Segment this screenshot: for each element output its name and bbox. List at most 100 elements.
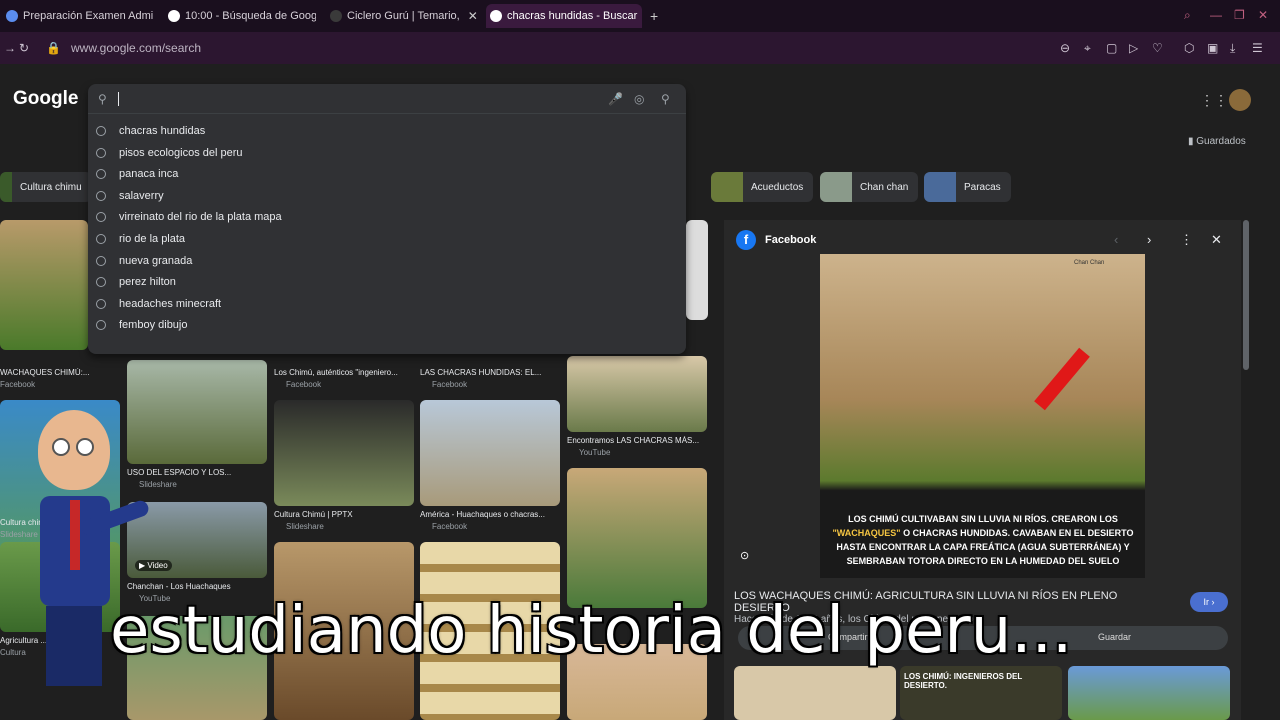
result-caption[interactable]: USO DEL ESPACIO Y LOS...	[127, 468, 267, 477]
result-source: Facebook	[432, 380, 468, 389]
related-image[interactable]	[1068, 666, 1230, 720]
suggestion-label: panaca inca	[119, 167, 179, 180]
scrollbar[interactable]	[1243, 220, 1249, 370]
result-caption[interactable]: Cultura Chimú | PPTX	[274, 510, 414, 519]
chip-thumbnail	[0, 172, 12, 202]
tab-4[interactable]: chacras hundidas - Buscar	[486, 4, 642, 28]
suggestion-item[interactable]: rio de la plata	[96, 228, 185, 249]
restore-icon[interactable]: ❐	[1234, 8, 1245, 22]
result-image[interactable]	[567, 356, 707, 432]
result-image[interactable]	[274, 400, 414, 506]
chip-label: Cultura chimu	[20, 181, 82, 193]
chip-chan-chan[interactable]: Chan chan	[820, 172, 919, 202]
chip-thumbnail	[924, 172, 956, 202]
result-image[interactable]: ▶ Video	[127, 502, 267, 578]
result-source: Slideshare	[286, 522, 324, 531]
microphone-icon[interactable]: 🎤	[608, 92, 623, 106]
lens-icon[interactable]: ⊙	[740, 549, 749, 562]
suggestion-item[interactable]: headaches minecraft	[96, 293, 221, 314]
avatar[interactable]	[1229, 89, 1251, 111]
suggestion-label: femboy dibujo	[119, 318, 188, 331]
heart-icon[interactable]: ♡	[1152, 41, 1163, 55]
close-tab-icon[interactable]: ✕	[468, 9, 478, 23]
panel-source-label: Facebook	[765, 234, 817, 246]
result-caption[interactable]: Chanchan - Los Huachaques	[127, 582, 267, 591]
next-icon[interactable]: ›	[1147, 232, 1151, 247]
save-button[interactable]: Guardar	[1098, 632, 1131, 642]
preview-image[interactable]: Chan Chan LOS CHIMÚ CULTIVABAN SIN LLUVI…	[820, 254, 1145, 578]
visit-button[interactable]: Ir ›	[1190, 592, 1228, 612]
suggestion-item[interactable]: salaverry	[96, 185, 164, 206]
close-window-icon[interactable]: ✕	[1258, 8, 1268, 22]
image-text: LOS CHIMÚ CULTIVABAN SIN LLUVIA NI RÍOS.…	[828, 512, 1138, 568]
close-icon[interactable]: ✕	[1211, 232, 1222, 248]
related-image[interactable]	[734, 666, 896, 720]
new-tab-icon[interactable]: +	[650, 8, 658, 24]
chip-thumbnail	[820, 172, 852, 202]
result-caption[interactable]: Los Chimú, auténticos "ingeniero...	[274, 368, 414, 377]
chip-paracas[interactable]: Paracas	[924, 172, 1011, 202]
suggestion-item[interactable]: femboy dibujo	[96, 314, 188, 335]
tab-3[interactable]: Ciclero Gurú | Temario, ✕	[326, 4, 481, 28]
result-source: Facebook	[0, 380, 36, 389]
menu-icon[interactable]: ☰	[1252, 41, 1263, 55]
suggestion-item[interactable]: chacras hundidas	[96, 120, 205, 141]
pin-icon[interactable]: ⌖	[1084, 41, 1091, 56]
apps-grid-icon[interactable]: ⋮⋮	[1200, 92, 1228, 109]
chip-cultura-chimu[interactable]: Cultura chimu	[0, 172, 92, 202]
history-icon	[96, 255, 106, 266]
more-icon[interactable]: ⋮	[1180, 232, 1193, 248]
image-label: Chan Chan	[1074, 260, 1105, 266]
mascot-eye	[76, 438, 94, 456]
suggestion-item[interactable]: panaca inca	[96, 163, 178, 184]
related-image[interactable]: LOS CHIMÚ: INGENIEROS DEL DESIERTO.	[900, 666, 1062, 720]
history-icon	[96, 147, 106, 158]
tab-bar: Preparación Examen Admi 10:00 - Búsqueda…	[0, 0, 1280, 32]
result-image[interactable]	[686, 220, 708, 320]
extensions-icon[interactable]: ⬡	[1184, 41, 1194, 55]
result-caption[interactable]: LAS CHACRAS HUNDIDAS: EL...	[420, 368, 560, 377]
suggestion-item[interactable]: virreinato del rio de la plata mapa	[96, 206, 282, 227]
facebook-icon: f	[736, 230, 756, 250]
forward-icon[interactable]: →	[4, 41, 16, 55]
search-tabs-icon[interactable]: ⌕	[1184, 8, 1191, 23]
wallet-icon[interactable]: ▣	[1207, 41, 1218, 55]
saved-link[interactable]: ▮ Guardados	[1188, 136, 1246, 147]
lock-icon[interactable]: 🔒	[46, 41, 61, 55]
mascot-head	[38, 410, 110, 490]
history-icon	[96, 125, 106, 136]
suggestion-item[interactable]: pisos ecologicos del peru	[96, 142, 243, 163]
download-icon[interactable]: ⤓	[1230, 41, 1235, 56]
result-image[interactable]	[127, 360, 267, 464]
url-text[interactable]: www.google.com/search	[71, 41, 201, 55]
minimize-icon[interactable]: —	[1210, 8, 1222, 22]
lens-icon[interactable]: ◎	[634, 92, 644, 106]
google-icon	[490, 10, 502, 22]
chip-label: Chan chan	[860, 181, 909, 193]
tab-1[interactable]: Preparación Examen Admi	[2, 4, 154, 28]
search-submit-icon[interactable]: ⚲	[661, 92, 670, 106]
search-input[interactable]	[118, 92, 119, 106]
result-caption[interactable]: América - Huachaques o chacras...	[420, 510, 560, 519]
prev-icon[interactable]: ‹	[1114, 232, 1118, 247]
search-input-row[interactable]: ⚲ 🎤 ◎ ⚲	[88, 84, 686, 114]
panel-source[interactable]: f Facebook	[736, 230, 816, 250]
player-icon[interactable]: ▷	[1129, 41, 1138, 55]
screenshot-icon[interactable]: ▢	[1106, 41, 1117, 55]
google-logo[interactable]: Google	[13, 88, 78, 110]
result-caption[interactable]: Encontramos LAS CHACRAS MÁS...	[567, 436, 707, 445]
reload-icon[interactable]: ↻	[19, 41, 29, 55]
image-text-highlight: "WACHAQUES"	[832, 528, 901, 538]
tab-2[interactable]: 10:00 - Búsqueda de Goog	[164, 4, 316, 28]
tab-label: Preparación Examen Admi	[23, 10, 154, 22]
suggestion-item[interactable]: nueva granada	[96, 250, 192, 271]
saved-label: Guardados	[1196, 136, 1246, 147]
zoom-icon[interactable]: ⊖	[1060, 41, 1070, 55]
gemini-icon	[6, 10, 18, 22]
result-image[interactable]	[420, 400, 560, 506]
result-caption[interactable]: WACHAQUES CHIMÚ:...	[0, 368, 120, 377]
chip-acueductos[interactable]: Acueductos	[711, 172, 814, 202]
suggestion-item[interactable]: perez hilton	[96, 271, 176, 292]
result-image[interactable]	[567, 468, 707, 608]
result-image[interactable]	[0, 220, 88, 350]
